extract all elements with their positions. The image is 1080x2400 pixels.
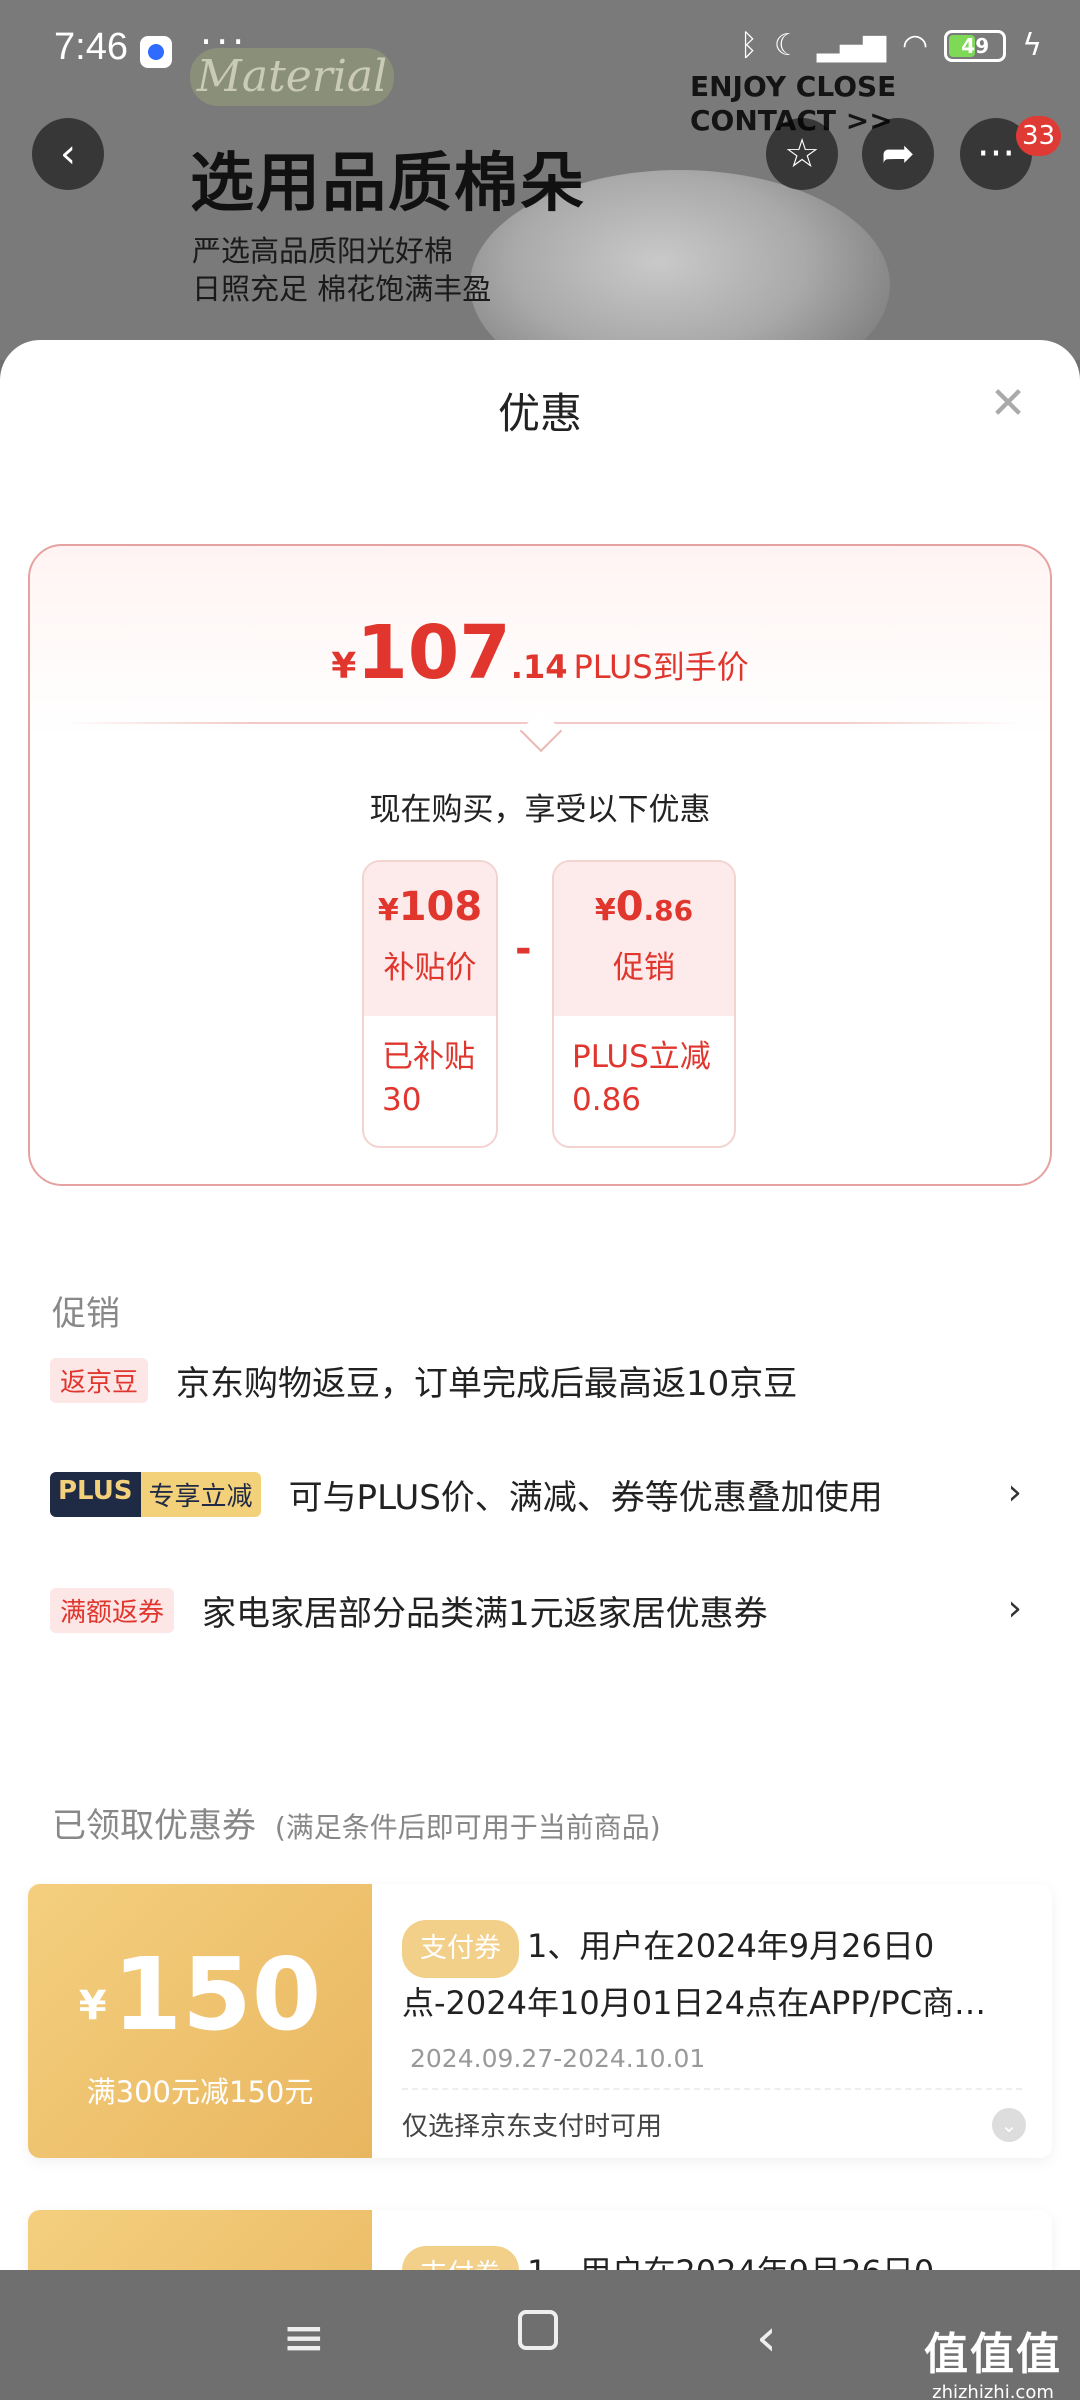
favorite-star-button[interactable]: ☆: [766, 118, 838, 190]
buy-note: 现在购买，享受以下优惠: [369, 792, 711, 828]
banner-subtitle-1: 严选高品质阳光好棉: [192, 234, 454, 268]
subsidy-label: 补贴价: [383, 950, 477, 986]
promo-text: 可与PLUS价、满减、券等优惠叠加使用: [288, 1477, 883, 1518]
promo-jingdou[interactable]: 返京豆 京东购物返豆，订单完成后最高返10京豆: [50, 1356, 1030, 1404]
chevron-right-icon: ›: [1007, 1472, 1022, 1513]
recent-apps-icon[interactable]: ≡: [282, 2308, 326, 2368]
promotion-detail: PLUS立减0.86: [572, 1039, 711, 1118]
coupon-tag: 支付券: [402, 1920, 519, 1978]
coupon-amount-panel: [28, 2210, 372, 2270]
price-card: ¥107.14 PLUS到手价 现在购买，享受以下优惠 ¥108 补贴价 已补贴3…: [28, 544, 1052, 1186]
back-button[interactable]: ‹: [32, 118, 104, 190]
status-bar: 7:46 ··· ᛒ ☾ ▂▄▆ ◠ 49 ϟ: [0, 0, 1080, 100]
watermark: 值值值 zhizhizhi.com: [924, 2318, 1062, 2400]
expand-chevron-icon[interactable]: ⌄: [992, 2108, 1026, 2142]
coupon-condition: 满300元减150元: [86, 2075, 314, 2109]
promotion-label: 促销: [613, 950, 675, 986]
message-count-badge: 33: [1016, 116, 1062, 156]
minus-sign: -: [515, 926, 532, 972]
bluetooth-icon: ᛒ: [739, 28, 758, 63]
promo-text: 京东购物返豆，订单完成后最高返10京豆: [176, 1363, 798, 1404]
home-icon[interactable]: [518, 2310, 558, 2350]
watermark-site: zhizhizhi.com: [932, 2382, 1054, 2400]
banner-subtitle-2: 日照充足 棉花饱满丰盈: [192, 272, 492, 306]
plus-price-label: PLUS到手价: [573, 648, 749, 686]
back-icon[interactable]: ‹: [756, 2308, 777, 2368]
promo-tag: 返京豆: [50, 1357, 149, 1403]
more-notifications-icon: ···: [200, 20, 249, 64]
coupon-amount-panel: ¥150 满300元减150元: [28, 1884, 372, 2158]
coupon-card[interactable]: ¥150 满300元减150元 支付券 1、用户在2024年9月26日0点-202…: [28, 1884, 1052, 2158]
plus-tag: PLUS 专享立减: [50, 1471, 261, 1517]
coupon-card[interactable]: 支付券1、用户在2024年9月26日0: [28, 2210, 1052, 2270]
coupons-subtitle: (满足条件后即可用于当前商品): [274, 1811, 661, 1844]
promotions-heading: 促销: [52, 1294, 120, 1334]
dashed-divider: [402, 2088, 1022, 2090]
chevron-right-icon: ›: [1007, 1588, 1022, 1629]
subsidy-price-box: ¥108 补贴价 已补贴30: [362, 860, 498, 1148]
system-icons: ᛒ ☾ ▂▄▆ ◠ 49 ϟ: [740, 28, 1042, 63]
promo-tag: 满额返券: [50, 1587, 175, 1633]
banner-headline: 选用品质棉朵: [190, 147, 586, 221]
plus-price: ¥107.14 PLUS到手价: [331, 610, 749, 696]
coupon-description: 支付券 1、用户在2024年9月26日0点-2024年10月01日24点在APP/…: [402, 1920, 1022, 2028]
share-button[interactable]: ➦: [862, 118, 934, 190]
promo-text: 家电家居部分品类满1元返家居优惠券: [202, 1593, 768, 1634]
promo-plus[interactable]: PLUS 专享立减 可与PLUS价、满减、券等优惠叠加使用 ›: [50, 1470, 1030, 1518]
promo-coupon-return[interactable]: 满额返券 家电家居部分品类满1元返家居优惠券 ›: [50, 1586, 1030, 1634]
promotion-box: ¥0.86 促销 PLUS立减0.86: [552, 860, 736, 1148]
coupon-description: 支付券1、用户在2024年9月26日0: [402, 2246, 1022, 2270]
sheet-title: 优惠: [497, 389, 582, 438]
wifi-icon: ◠: [902, 28, 929, 63]
status-time: 7:46: [54, 26, 128, 68]
coupon-note: 仅选择京东支付时可用: [402, 2112, 663, 2142]
dnd-moon-icon: ☾: [773, 28, 801, 63]
coupon-tag: 支付券: [402, 2246, 519, 2270]
subsidy-detail: 已补贴30: [382, 1039, 475, 1118]
battery-icon: 49: [944, 29, 1007, 62]
discount-sheet: 优惠 ✕ ¥107.14 PLUS到手价 现在购买，享受以下优惠 ¥108 补贴价…: [0, 340, 1080, 2270]
signal-icon: ▂▄▆: [816, 28, 887, 63]
close-icon[interactable]: ✕: [988, 382, 1028, 426]
app-notification-icon: [140, 36, 172, 68]
coupon-date: 2024.09.27-2024.10.01: [410, 2044, 706, 2073]
watermark-logo: 值值值: [924, 2329, 1062, 2380]
charging-icon: ϟ: [1022, 28, 1042, 63]
coupons-heading: 已领取优惠券 (满足条件后即可用于当前商品): [52, 1806, 661, 1846]
system-nav-bar: ≡ ‹: [0, 2270, 1080, 2400]
divider-notch: [519, 709, 563, 753]
